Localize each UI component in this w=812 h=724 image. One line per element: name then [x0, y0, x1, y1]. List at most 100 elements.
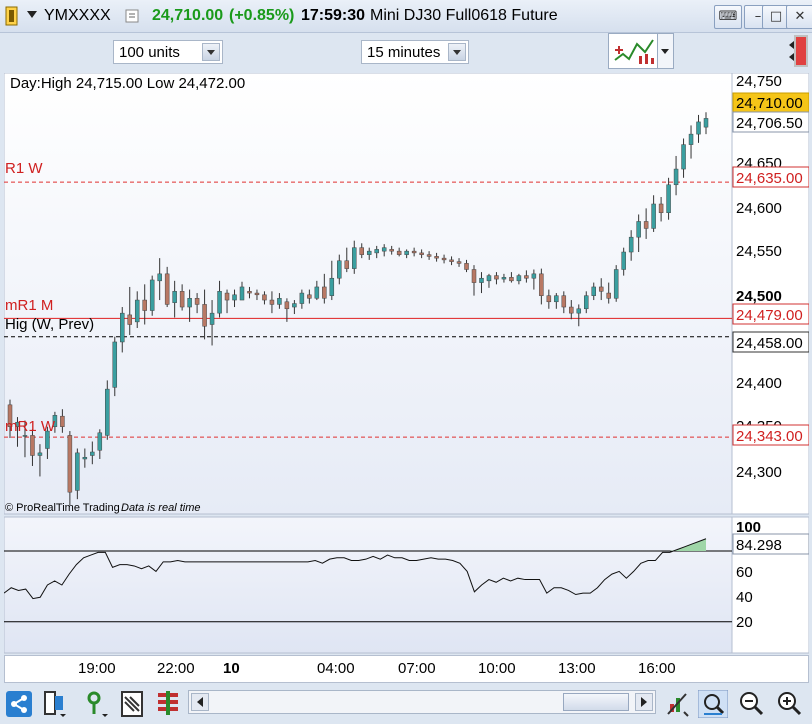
drawing-tools-icon[interactable]	[84, 690, 110, 718]
price-tick-24750: 24,750	[736, 73, 782, 90]
candle-body	[486, 275, 492, 282]
share-icon[interactable]	[6, 690, 32, 718]
indicators-icon	[614, 39, 654, 64]
candle-body	[374, 249, 379, 254]
candle-body	[658, 203, 664, 213]
candle-body	[636, 221, 641, 238]
zoom-out-icon[interactable]	[738, 690, 764, 718]
price-pane[interactable]	[4, 73, 733, 515]
keyboard-icon[interactable]: ⌨	[714, 5, 742, 29]
price-tick-24550: 24,550	[736, 243, 782, 260]
candle-body	[584, 295, 589, 310]
candle-body	[202, 304, 207, 327]
symbol-dropdown-arrow-icon[interactable]	[25, 8, 39, 22]
candle-body	[105, 388, 110, 436]
time-tick-0400: 04:00	[317, 660, 355, 677]
level-label-mr1-m: mR1 M	[5, 297, 53, 314]
candle-body	[673, 168, 679, 186]
instrument-status-icon[interactable]	[4, 6, 20, 26]
candle-body	[22, 435, 28, 437]
time-tick-1900: 19:00	[78, 660, 116, 677]
candle-body	[426, 254, 432, 257]
candle-body	[359, 247, 364, 255]
time-tick-1300: 13:00	[558, 660, 596, 677]
units-select[interactable]: 100 units	[113, 40, 223, 64]
timeframe-select[interactable]: 15 minutes	[361, 40, 469, 64]
candle-body	[142, 299, 147, 311]
candle-body	[524, 275, 529, 279]
candle-body	[628, 236, 634, 253]
candle-body	[516, 275, 522, 282]
autoscroll-icon[interactable]	[664, 690, 690, 718]
indicator-pane[interactable]	[4, 516, 733, 654]
last-price-badge-text: 24,710.00	[736, 95, 803, 112]
candle-body	[292, 303, 297, 308]
scroll-right-icon[interactable]	[635, 693, 653, 711]
candle-body	[239, 286, 245, 301]
candle-body	[352, 247, 357, 269]
wrench-icon[interactable]	[125, 8, 139, 24]
level-label-r1-w: R1 W	[5, 160, 43, 177]
candle-body	[396, 250, 402, 255]
candle-body	[456, 261, 462, 264]
candle-body	[90, 451, 95, 456]
time-tick-1000: 10:00	[478, 660, 516, 677]
indicators-dropdown[interactable]	[658, 33, 674, 69]
candle-body	[269, 299, 275, 305]
candle-body	[434, 256, 439, 259]
price-tick-24600: 24,600	[736, 200, 782, 217]
watermark: © ProRealTime Trading	[5, 502, 120, 514]
candle-body	[576, 308, 582, 314]
chart-area[interactable]: Day:High 24,715.00 Low 24,472.00 © ProRe…	[4, 73, 809, 655]
candle-body	[157, 273, 162, 282]
candle-body	[82, 456, 88, 460]
scrollbar-thumb[interactable]	[563, 693, 629, 711]
candle-body	[591, 286, 596, 296]
time-tick-2200: 22:00	[157, 660, 195, 677]
candle-body	[419, 252, 424, 255]
candle-body	[389, 249, 394, 252]
candle-body	[479, 277, 484, 283]
horizontal-scrollbar[interactable]	[188, 690, 656, 714]
candle-body	[112, 341, 118, 388]
candle-body	[471, 269, 477, 283]
candle-body	[703, 118, 709, 128]
candle-body	[337, 260, 342, 279]
zoom-fit-icon[interactable]	[697, 689, 729, 719]
candle-body	[554, 295, 559, 303]
timeframe-select-value: 15 minutes	[367, 44, 441, 61]
candle-body	[187, 298, 192, 308]
candle-body	[381, 247, 387, 252]
candle-body	[696, 121, 701, 135]
zoom-in-icon[interactable]	[776, 690, 802, 718]
candle-body	[60, 415, 65, 427]
close-button[interactable]: ✕	[786, 5, 812, 29]
candle-body	[209, 312, 215, 325]
candle-body	[681, 144, 686, 170]
price-tick-24300: 24,300	[736, 464, 782, 481]
chevron-down-icon	[202, 43, 220, 61]
chevron-down-icon	[448, 43, 466, 61]
indicators-button[interactable]	[608, 33, 658, 69]
candle-body	[501, 277, 507, 280]
scroll-left-icon[interactable]	[191, 693, 209, 711]
trade-ticket-icon[interactable]	[786, 33, 810, 69]
units-select-value: 100 units	[119, 44, 180, 61]
symbol-label[interactable]: YMXXXX	[44, 7, 111, 25]
order-book-icon[interactable]	[120, 690, 146, 718]
chevron-down-icon	[661, 49, 669, 54]
candle-body	[67, 435, 73, 493]
time-axis[interactable]: 19:00 22:00 10 04:00 07:00 10:00 13:00 1…	[4, 655, 809, 683]
candle-body	[194, 298, 200, 305]
indicator-value-text: 84.298	[736, 537, 782, 554]
candle-body	[247, 291, 252, 294]
list-view-icon[interactable]	[156, 690, 182, 718]
indicator-tick-100: 100	[736, 519, 761, 536]
candle-body	[449, 259, 454, 262]
candle-body	[546, 295, 552, 303]
last-price: 24,710.00	[152, 7, 224, 24]
mr1-w-badge-text: 24,343.00	[736, 428, 803, 445]
chart-layout-icon[interactable]	[42, 690, 68, 718]
candle-body	[217, 291, 222, 314]
level-label-mr1-w: mR1 W	[5, 418, 56, 435]
